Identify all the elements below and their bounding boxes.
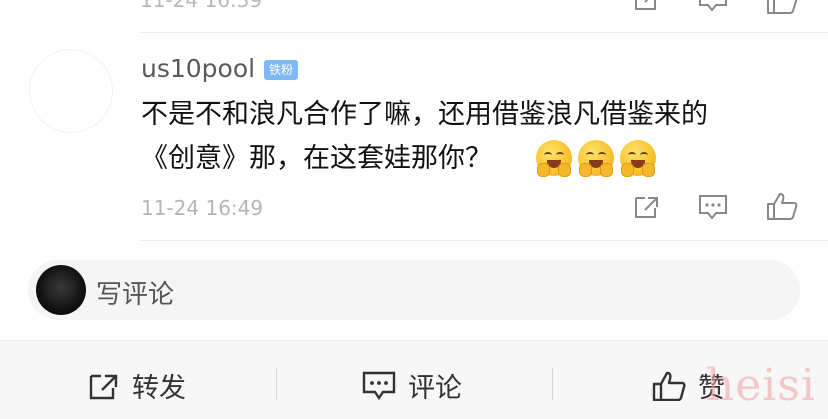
comment-text-line-2: 《创意》那，在这套娃那你？ [141, 143, 492, 174]
like-icon [652, 371, 686, 401]
comment-label: 评论 [408, 373, 462, 404]
share-icon[interactable] [633, 194, 661, 220]
divider [140, 240, 828, 241]
commenter-avatar[interactable] [30, 50, 112, 132]
comment-icon[interactable] [698, 0, 728, 12]
fan-badge: 铁粉 [264, 60, 299, 80]
comment-time: 11-24 16:49 [141, 196, 264, 220]
my-avatar [36, 265, 86, 315]
share-icon[interactable] [633, 0, 661, 12]
repost-label: 转发 [132, 373, 186, 404]
grin-hands-emoji [620, 140, 656, 177]
comment-button[interactable]: 评论 [362, 366, 462, 405]
previous-comment-time: 11-24 16:39 [140, 0, 263, 12]
like-icon[interactable] [766, 0, 798, 14]
watermark: heisi [705, 360, 816, 411]
grin-hands-emoji [536, 140, 572, 177]
comment-icon [362, 371, 396, 401]
like-icon[interactable] [766, 192, 798, 220]
comment-text-line-1: 不是不和浪凡合作了嘛，还用借鉴浪凡借鉴来的 [141, 99, 708, 130]
emoji-row [536, 140, 656, 177]
repost-icon [88, 372, 120, 400]
divider [140, 32, 828, 33]
bar-separator [276, 368, 277, 400]
comment-icon[interactable] [698, 194, 728, 220]
repost-button[interactable]: 转发 [88, 366, 186, 405]
grin-hands-emoji [578, 140, 614, 177]
write-comment-placeholder[interactable]: 写评论 [96, 274, 174, 311]
commenter-username[interactable]: us10pool [141, 54, 255, 83]
bar-separator [552, 368, 553, 400]
